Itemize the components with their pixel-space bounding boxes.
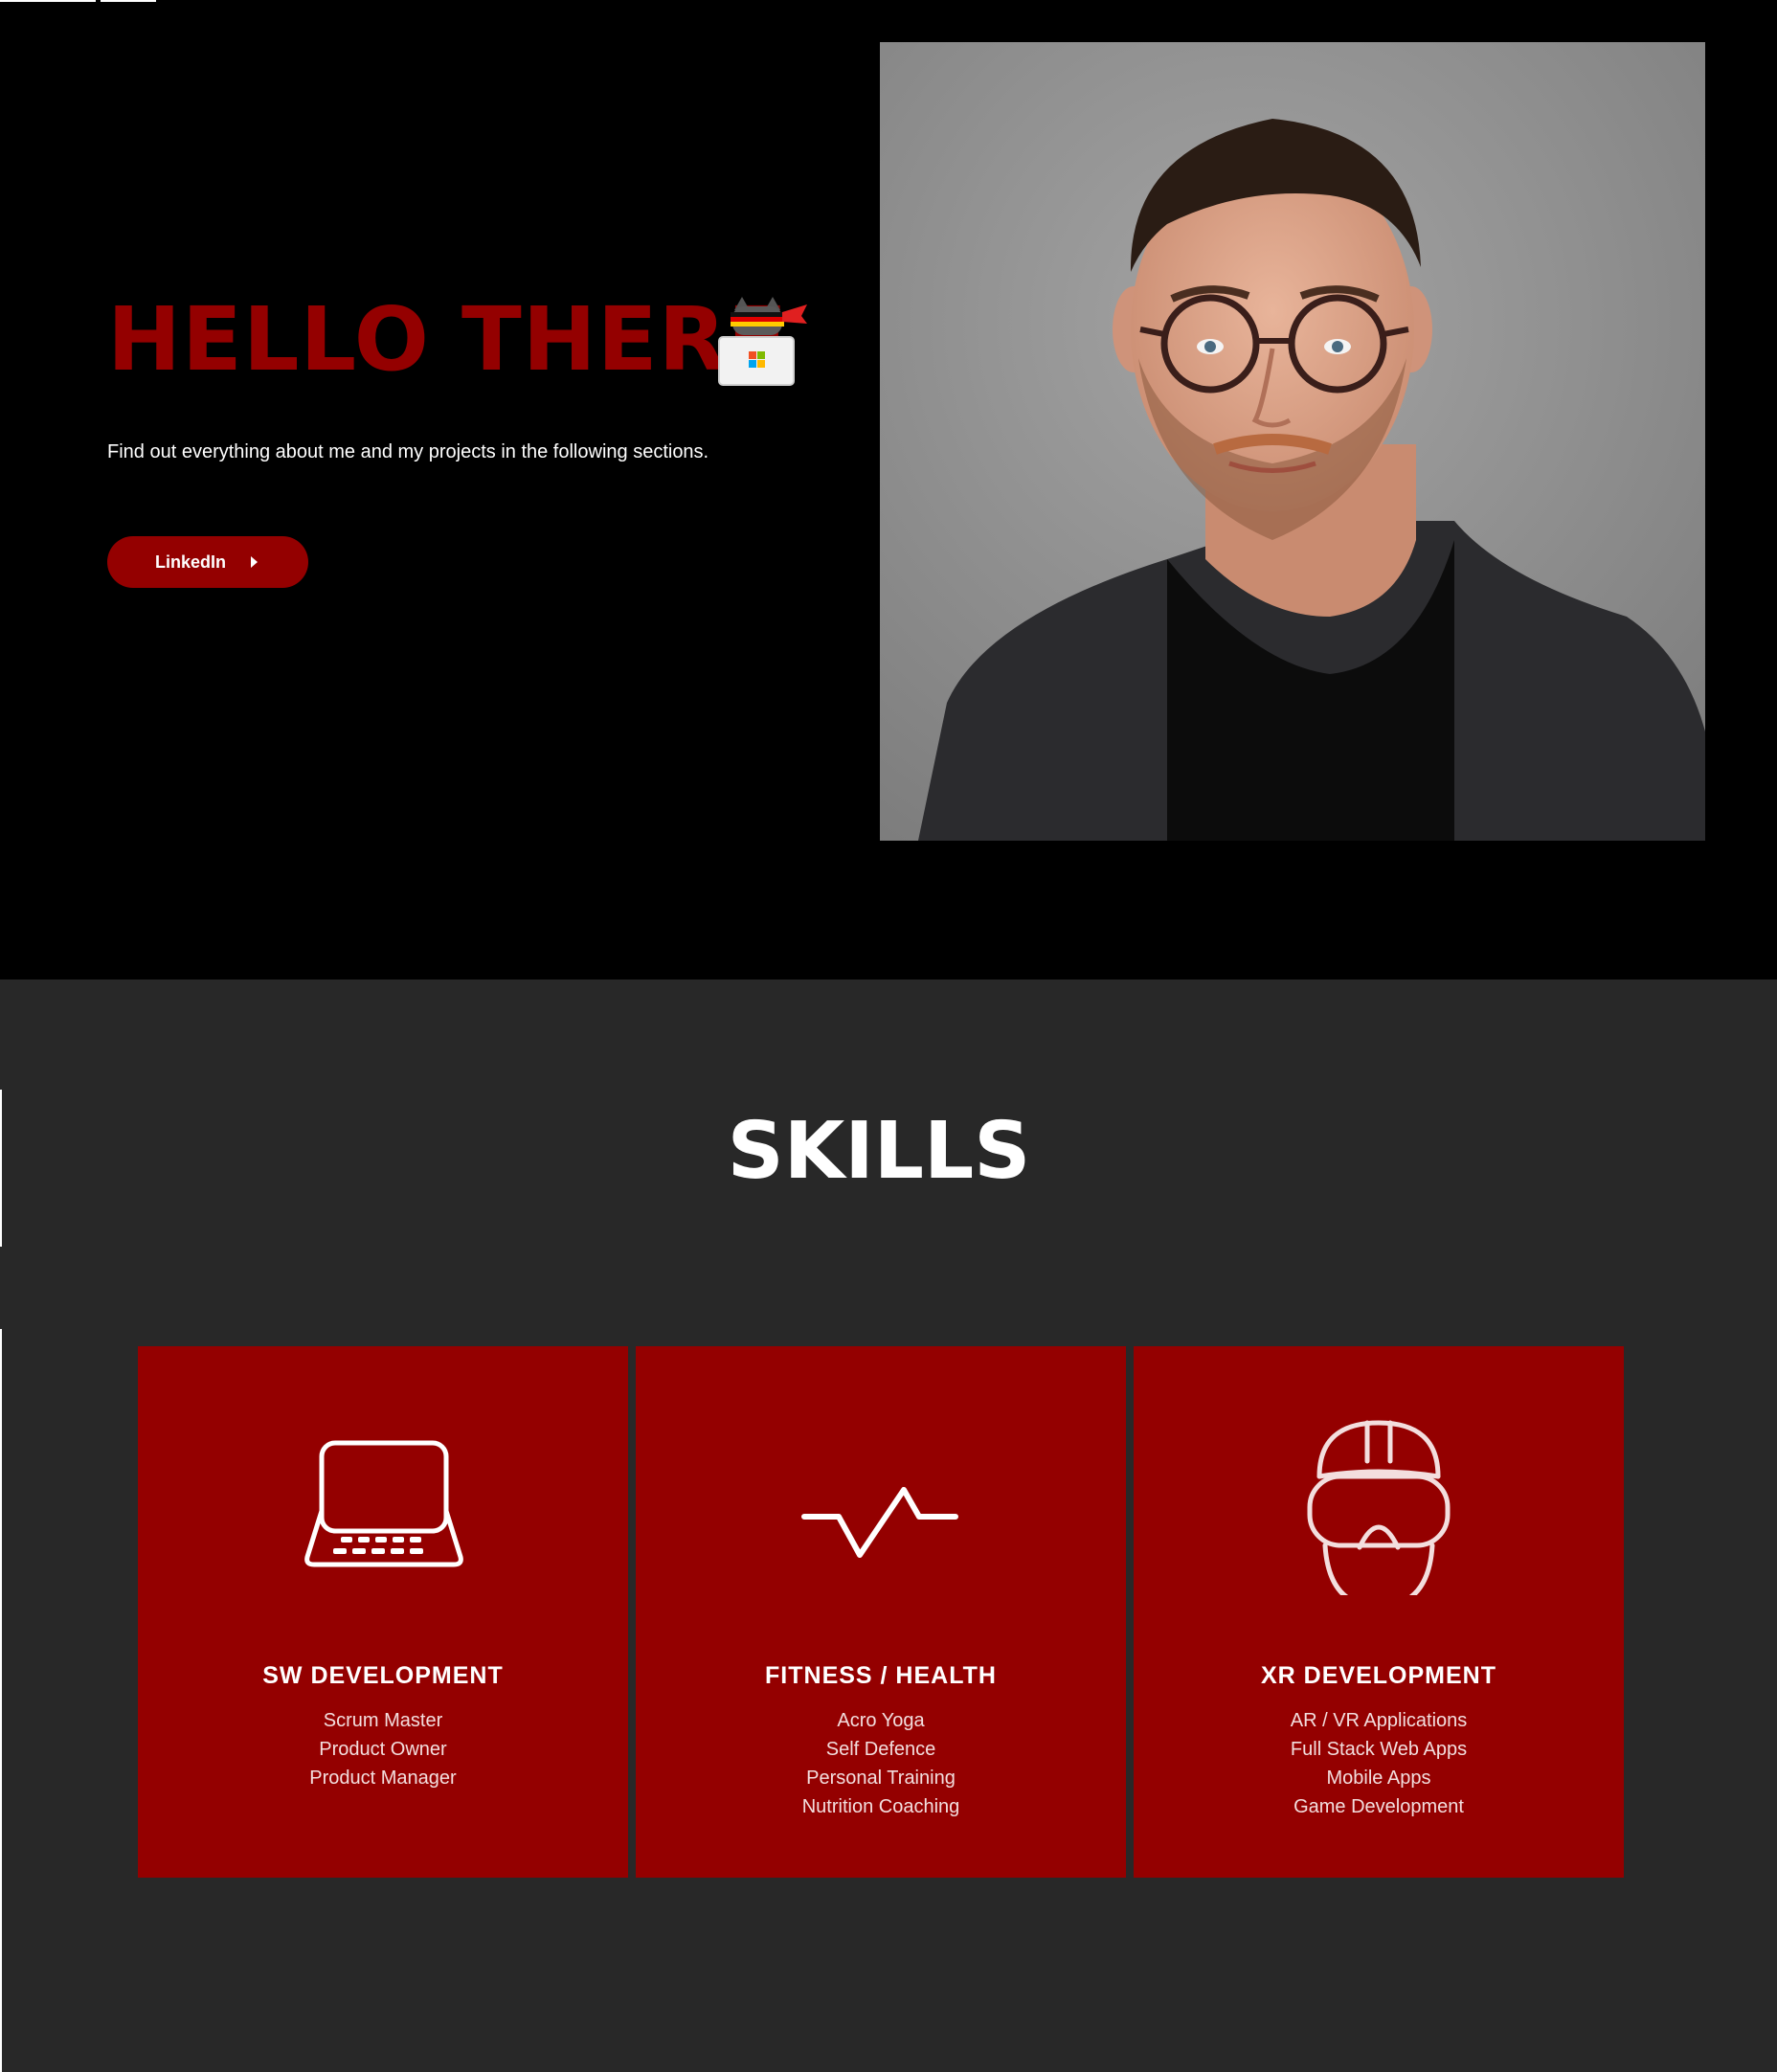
portrait-photo [880, 42, 1705, 841]
skill-item: Personal Training [806, 1768, 956, 1789]
skill-item: Mobile Apps [1326, 1768, 1431, 1789]
skills-title: SKILLS [727, 1106, 1031, 1197]
skill-list: AR / VR Applications Full Stack Web Apps… [1134, 1706, 1624, 1821]
skill-card-title: SW DEVELOPMENT [262, 1662, 504, 1689]
left-edge-line-2 [0, 1329, 2, 2072]
skills-section: SKILLS SW DEVELOPMENT Scrum Master Produ… [0, 980, 1777, 2072]
vr-headset-icon [1134, 1404, 1624, 1610]
skill-item: Game Development [1293, 1796, 1464, 1817]
skill-item: Product Manager [309, 1768, 457, 1789]
skill-item: Scrum Master [323, 1710, 443, 1731]
heartbeat-icon [636, 1404, 1126, 1595]
skill-card-xr-development: XR DEVELOPMENT AR / VR Applications Full… [1134, 1346, 1624, 1878]
skill-item: AR / VR Applications [1290, 1710, 1468, 1731]
page: HELLO THERE Find out everything about me… [0, 0, 1777, 2072]
ninja-cat-microsoft-icon [713, 295, 809, 387]
laptop-icon [138, 1404, 628, 1595]
skill-item: Full Stack Web Apps [1290, 1739, 1468, 1760]
linkedin-button-label: LinkedIn [155, 552, 227, 572]
skill-list: Scrum Master Product Owner Product Manag… [138, 1706, 628, 1792]
skill-card-title: FITNESS / HEALTH [765, 1662, 997, 1689]
skill-card-fitness-health: FITNESS / HEALTH Acro Yoga Self Defence … [636, 1346, 1126, 1878]
top-edge-line [0, 0, 96, 2]
skill-item: Self Defence [825, 1739, 936, 1760]
linkedin-button[interactable]: LinkedIn [107, 536, 308, 588]
skill-list: Acro Yoga Self Defence Personal Training… [636, 1706, 1126, 1821]
hero-section: HELLO THERE Find out everything about me… [0, 0, 1777, 980]
caret-right-icon [251, 556, 259, 568]
skill-item: Product Owner [319, 1739, 447, 1760]
skill-item: Acro Yoga [837, 1710, 925, 1731]
hero-title: HELLO THERE [107, 288, 789, 391]
skill-card-sw-development: SW DEVELOPMENT Scrum Master Product Owne… [138, 1346, 628, 1878]
skill-card-title: XR DEVELOPMENT [1261, 1662, 1496, 1689]
skill-item: Nutrition Coaching [801, 1796, 960, 1817]
hero-subtitle: Find out everything about me and my proj… [107, 441, 709, 462]
top-edge-line-2 [101, 0, 156, 2]
